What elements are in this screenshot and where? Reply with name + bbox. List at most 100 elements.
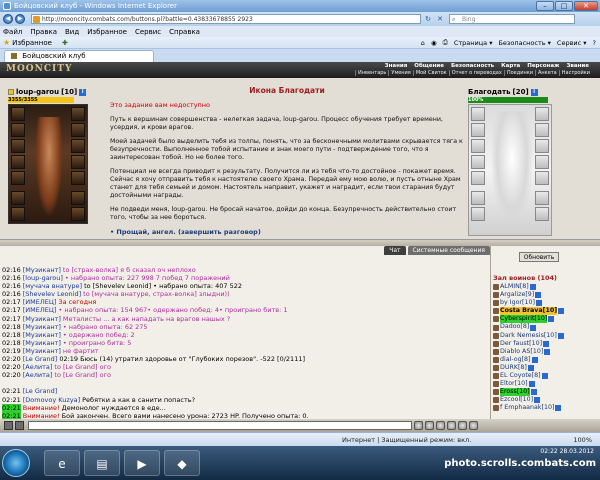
refresh-button[interactable]: Обновить xyxy=(519,252,559,262)
player-list-name[interactable]: Cyberspirit[10] xyxy=(500,315,548,324)
info-icon[interactable] xyxy=(555,405,562,412)
chat-input[interactable] xyxy=(28,421,412,430)
chat-sender[interactable]: [ИМЕЛЕЦ] xyxy=(23,306,57,314)
maximize-button[interactable]: □ xyxy=(555,1,573,11)
player-list-name[interactable]: Argalize[9] xyxy=(500,291,534,299)
chat-sender[interactable]: [ИМЕЛЕЦ] xyxy=(23,298,57,306)
end-conversation-link[interactable]: • Прощай, ангел. (завершить разговор) xyxy=(110,228,464,236)
player-list-name[interactable]: DURK[8] xyxy=(500,364,527,372)
info-icon[interactable] xyxy=(543,340,550,347)
favorites-label[interactable]: Избранное xyxy=(12,39,52,47)
taskbar-ie-icon[interactable]: e xyxy=(44,450,80,476)
player-list-item[interactable]: Dadoo[8] xyxy=(493,323,599,331)
chat-sender[interactable]: [Domovoy Kuzya] xyxy=(23,396,80,404)
home-icon[interactable]: ⌂ xyxy=(421,39,425,47)
cmd-tools[interactable]: Сервис ▾ xyxy=(557,39,587,47)
search-input[interactable]: ⌕ Bing xyxy=(449,14,575,24)
back-arrow-icon[interactable]: ◀ xyxy=(3,14,13,24)
favorites-star-icon[interactable]: ★ xyxy=(3,38,10,47)
taskbar-app-icon[interactable]: ◆ xyxy=(164,450,200,476)
ring-slot-2[interactable] xyxy=(11,207,25,221)
exit-icon[interactable] xyxy=(469,421,478,430)
print-icon[interactable]: ⎙ xyxy=(443,38,448,47)
nav-character[interactable]: Персонаж xyxy=(524,63,562,69)
player-list-name[interactable]: Der faust[10] xyxy=(500,340,542,348)
player-list-item[interactable]: Der faust[10] xyxy=(493,340,599,348)
belt-slot[interactable] xyxy=(11,171,25,185)
player-list-item[interactable]: Eross[10] xyxy=(493,388,599,397)
chat-sender[interactable]: [Аелита] xyxy=(23,363,53,371)
close-button[interactable]: ✕ xyxy=(574,1,598,11)
nav-knowledge[interactable]: Знания xyxy=(382,63,411,69)
private-icon[interactable] xyxy=(15,421,24,430)
player-list-item[interactable]: by Igor[10] xyxy=(493,299,599,307)
weapon-slot[interactable] xyxy=(11,139,25,153)
subnav-settings[interactable]: Настройки xyxy=(558,70,592,76)
info-icon[interactable] xyxy=(528,381,535,388)
info-icon[interactable] xyxy=(529,284,536,291)
nav-communication[interactable]: Общение xyxy=(411,63,447,69)
minimize-button[interactable]: – xyxy=(536,1,554,11)
chat-sender[interactable]: [Le Grand] xyxy=(23,355,58,363)
player-list-name[interactable]: ALMIN[8] xyxy=(500,283,529,291)
player-list-name[interactable]: Eltor[10] xyxy=(500,380,528,388)
info-icon[interactable] xyxy=(544,348,551,355)
chat-sender[interactable]: [Музикант] xyxy=(23,315,61,323)
info-icon[interactable] xyxy=(557,332,564,339)
player-list-name[interactable]: EL Coyote[8] xyxy=(500,372,541,380)
player-list-item[interactable]: Diablo AS[10] xyxy=(493,348,599,356)
tab-combats[interactable]: Бойцовский клуб xyxy=(4,50,154,62)
subnav-scroll[interactable]: Мой Свиток xyxy=(412,70,449,76)
refresh-icon[interactable]: ↻ xyxy=(423,14,433,24)
boots-slot[interactable] xyxy=(71,191,85,205)
subnav-inventory[interactable]: Инвентарь xyxy=(354,70,388,76)
info-icon[interactable] xyxy=(534,397,541,404)
amulet-slot[interactable] xyxy=(11,123,25,137)
player-list-name[interactable]: Dark Nemesis[10] xyxy=(500,332,557,340)
info-icon[interactable] xyxy=(531,356,538,363)
info-icon[interactable] xyxy=(535,300,542,307)
start-button[interactable] xyxy=(2,449,30,477)
taskbar-media-icon[interactable]: ▶ xyxy=(124,450,160,476)
player-list-item[interactable]: Eltor[10] xyxy=(493,380,599,388)
zoom-level[interactable]: 100% xyxy=(573,436,592,444)
player-list-item[interactable]: ALMIN[8] xyxy=(493,283,599,291)
earring-slot[interactable] xyxy=(71,107,85,121)
stop-icon[interactable]: ✕ xyxy=(435,14,445,24)
filter-icon[interactable] xyxy=(436,421,445,430)
player-list-name[interactable]: f Emphaanak[10] xyxy=(500,404,554,412)
taskbar-folder-icon[interactable]: ▤ xyxy=(84,450,120,476)
armor-slot[interactable] xyxy=(11,155,25,169)
info-icon[interactable]: i xyxy=(530,88,538,96)
player-list-name[interactable]: Eross[10] xyxy=(500,388,530,397)
nav-security[interactable]: Безопасность xyxy=(448,63,497,69)
cmd-security[interactable]: Безопасность ▾ xyxy=(498,39,550,47)
menu-favorites[interactable]: Избранное xyxy=(87,28,127,36)
settings-icon[interactable] xyxy=(458,421,467,430)
info-icon[interactable] xyxy=(530,389,537,396)
info-icon[interactable] xyxy=(541,373,548,380)
player-list-item[interactable]: Argalize[9] xyxy=(493,291,599,299)
chat-sender[interactable]: [Shevelev Leonid] xyxy=(23,290,81,298)
nav-map[interactable]: Карта xyxy=(498,63,523,69)
info-icon[interactable] xyxy=(530,324,537,331)
player-list-name[interactable]: dial-og[8] xyxy=(500,356,531,364)
menu-edit[interactable]: Правка xyxy=(30,28,57,36)
ring-slot[interactable] xyxy=(11,191,25,205)
info-icon[interactable] xyxy=(527,364,534,371)
cmd-help[interactable]: ? xyxy=(593,39,596,47)
chat-sender[interactable]: [Музикант] xyxy=(23,323,61,331)
tab-chat[interactable]: Чат xyxy=(384,246,406,255)
charm-slot[interactable] xyxy=(71,207,85,221)
clear-icon[interactable] xyxy=(4,421,13,430)
player-list-name[interactable]: Diablo AS[10] xyxy=(500,348,543,356)
player-list-item[interactable]: EL Coyote[8] xyxy=(493,372,599,380)
feeds-icon[interactable]: ◉ xyxy=(431,39,437,47)
subnav-skills[interactable]: Умения xyxy=(388,70,412,76)
forward-arrow-icon[interactable]: ▶ xyxy=(15,14,25,24)
player-list-item[interactable]: Costa Brava[10] xyxy=(493,307,599,316)
smiles-icon[interactable] xyxy=(425,421,434,430)
url-input[interactable]: http://mooncity.combats.com/buttons.pl?b… xyxy=(31,14,421,24)
player-list-item[interactable]: f Emphaanak[10] xyxy=(493,404,599,412)
bracer-slot[interactable] xyxy=(71,123,85,137)
